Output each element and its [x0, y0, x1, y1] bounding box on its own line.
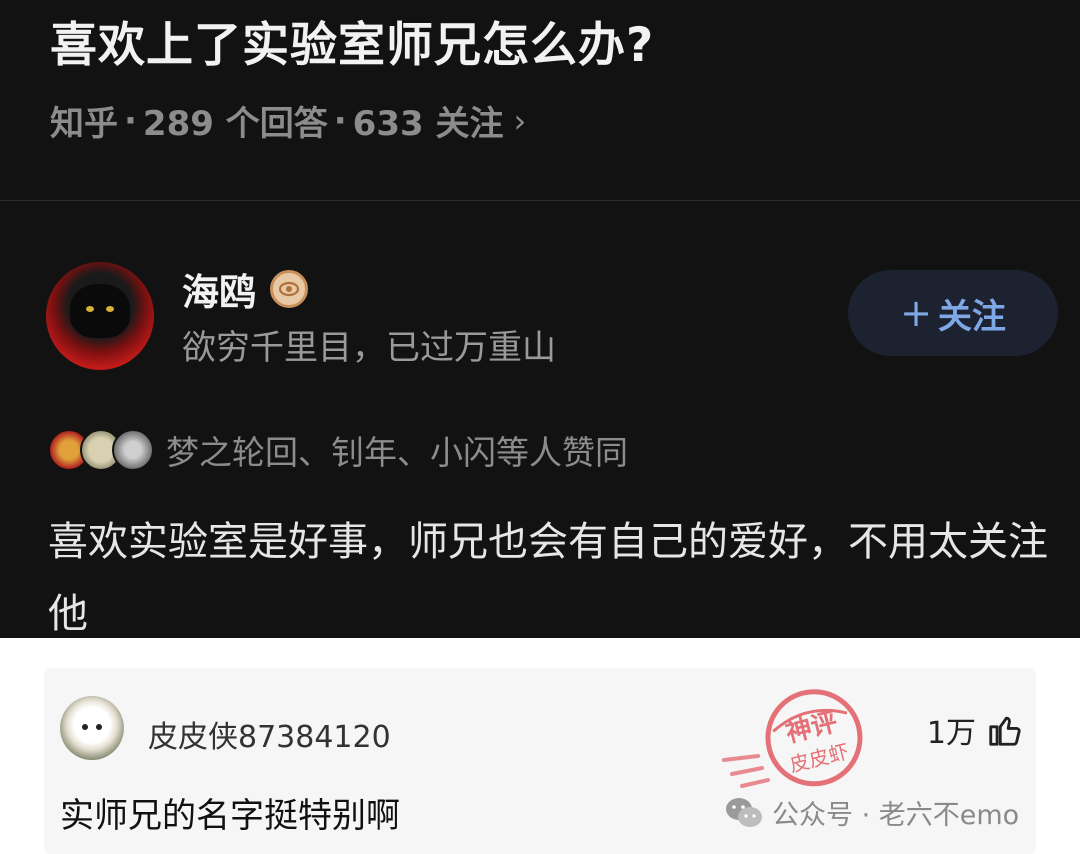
meta-separator: ·: [124, 100, 137, 141]
thumbs-up-icon[interactable]: [986, 711, 1024, 749]
answer-count: 289 个回答: [142, 104, 328, 144]
author-bio: 欲穷千里目，已过万重山: [182, 328, 556, 368]
like-control[interactable]: 1万: [927, 708, 1024, 752]
follower-count: 633 关注: [352, 104, 504, 144]
source-label: 知乎: [50, 104, 118, 144]
question-title[interactable]: 喜欢上了实验室师兄怎么办?: [50, 6, 654, 75]
commenter-name[interactable]: 皮皮侠87384120: [148, 712, 391, 756]
plus-icon: +: [900, 291, 932, 335]
voters-row[interactable]: 梦之轮回、钊年、小闪等人赞同: [48, 426, 628, 474]
follow-button[interactable]: + 关注: [848, 270, 1058, 356]
chevron-right-icon: ›: [513, 101, 527, 140]
wechat-icon: [726, 797, 762, 827]
author-avatar[interactable]: [46, 262, 154, 370]
like-count: 1万: [926, 716, 976, 751]
question-meta[interactable]: 知乎 · 289 个回答 · 633 关注 ›: [50, 96, 526, 145]
author-name[interactable]: 海鸥: [182, 262, 256, 316]
meta-separator: ·: [333, 100, 347, 141]
voter-avatar: [112, 429, 154, 471]
wechat-watermark: 公众号 · 老六不emo: [724, 793, 1019, 832]
author-header: 海鸥: [182, 262, 308, 316]
answer-text[interactable]: 喜欢实验室是好事，师兄也会有自己的爱好，不用太关注他: [48, 506, 1048, 638]
certified-badge-icon: [270, 270, 308, 308]
commenter-avatar[interactable]: [60, 696, 124, 760]
divider: [0, 200, 1080, 201]
watermark-label: 公众号 · 老六不emo: [772, 800, 1020, 831]
comment-text: 实师兄的名字挺特别啊: [60, 796, 400, 836]
answer-panel: 喜欢上了实验室师兄怎么办? 知乎 · 289 个回答 · 633 关注 › 海鸥…: [0, 0, 1080, 638]
follow-label: 关注: [937, 296, 1006, 337]
voters-text: 梦之轮回、钊年、小闪等人赞同: [166, 433, 628, 472]
